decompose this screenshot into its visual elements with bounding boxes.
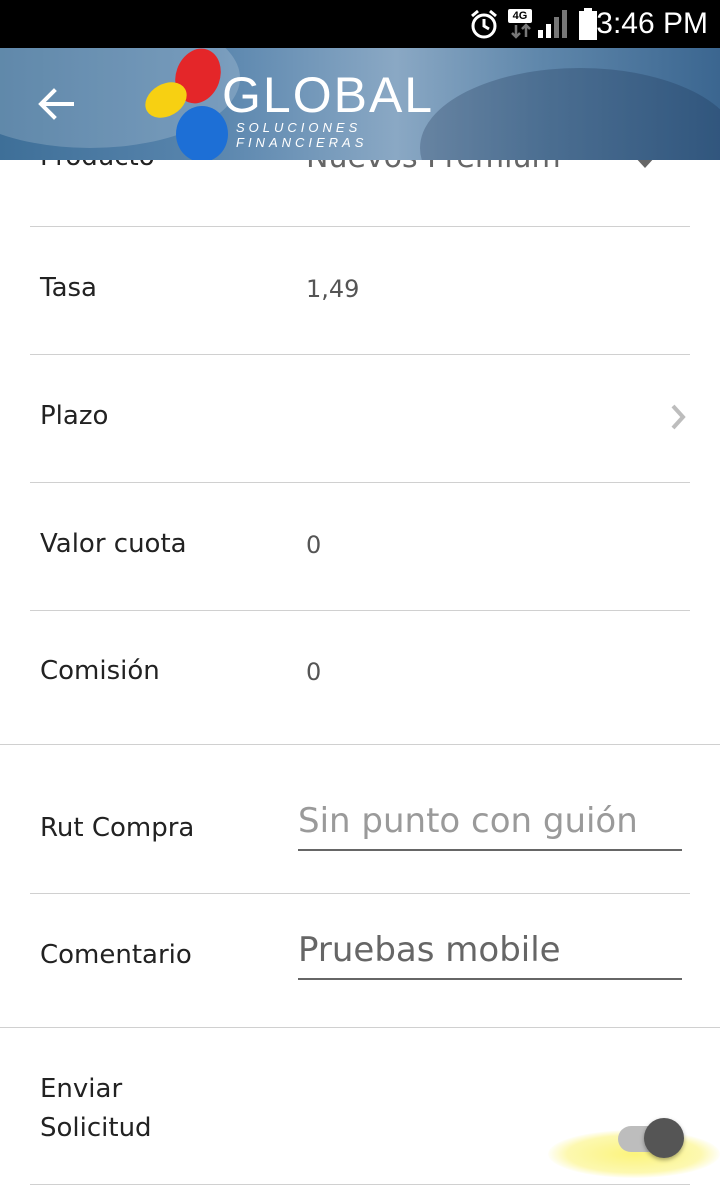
tasa-value: 1,49: [306, 275, 360, 303]
chevron-right-icon[interactable]: [670, 403, 686, 431]
comentario-label: Comentario: [40, 940, 192, 970]
arrow-back-icon[interactable]: [36, 86, 76, 122]
rut-compra-label: Rut Compra: [40, 813, 195, 843]
divider: [30, 1184, 690, 1185]
alarm-icon: [471, 9, 497, 39]
plazo-row[interactable]: Plazo: [30, 355, 690, 482]
comision-row: Comisión 0: [30, 611, 690, 744]
dropdown-arrow-icon[interactable]: [634, 160, 656, 170]
rut-compra-row: Rut Compra: [30, 745, 690, 893]
producto-row[interactable]: Producto Nuevos Premium: [30, 160, 690, 226]
valor-cuota-label: Valor cuota: [40, 529, 187, 559]
plazo-label: Plazo: [40, 401, 109, 431]
brand-subtitle: SOLUCIONES FINANCIERAS: [236, 120, 368, 150]
form-content: Producto Nuevos Premium Tasa 1,49 Plazo …: [0, 160, 720, 1193]
tasa-label: Tasa: [40, 273, 97, 303]
comision-value: 0: [306, 658, 322, 686]
enviar-solicitud-label-line1: Enviar: [40, 1074, 123, 1104]
comentario-row: Comentario: [30, 894, 690, 1027]
status-time: 3:46 PM: [596, 7, 708, 40]
battery-icon: [579, 8, 597, 40]
producto-select[interactable]: Nuevos Premium: [306, 160, 561, 175]
rut-compra-input[interactable]: [298, 801, 682, 851]
4g-data-icon: 4G: [508, 9, 534, 39]
valor-cuota-value: 0: [306, 531, 322, 559]
tasa-row: Tasa 1,49: [30, 227, 690, 354]
status-bar: 4G 3:46 PM: [0, 0, 720, 48]
logo-mark-icon: [145, 48, 228, 160]
signal-icon: [538, 10, 567, 38]
network-label: 4G: [508, 9, 532, 23]
enviar-solicitud-toggle[interactable]: [618, 1116, 684, 1162]
valor-cuota-row: Valor cuota 0: [30, 483, 690, 610]
app-header: GLOBAL SOLUCIONES FINANCIERAS: [0, 48, 720, 160]
producto-label: Producto: [40, 160, 155, 172]
global-logo: GLOBAL SOLUCIONES FINANCIERAS: [140, 48, 500, 160]
brand-name: GLOBAL: [222, 67, 435, 123]
enviar-solicitud-label-line2: Solicitud: [40, 1113, 152, 1143]
comentario-input[interactable]: [298, 930, 682, 980]
comision-label: Comisión: [40, 656, 160, 686]
toggle-knob[interactable]: [644, 1118, 684, 1158]
